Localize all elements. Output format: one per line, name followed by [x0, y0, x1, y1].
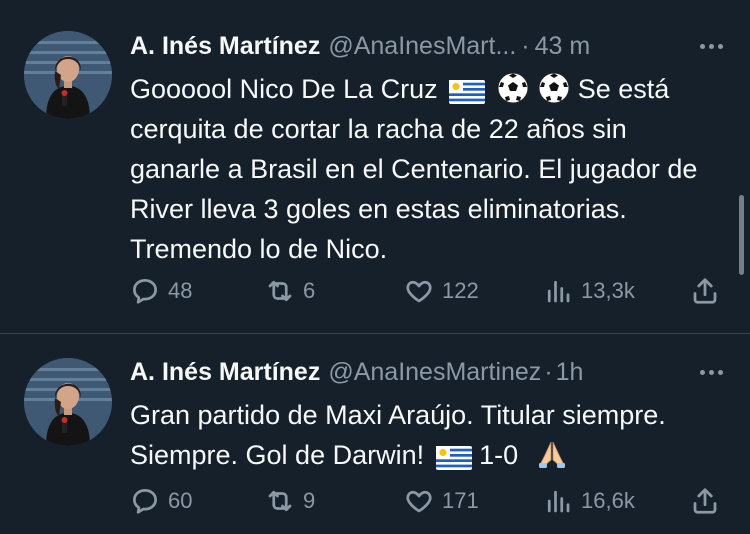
like-button[interactable]: 122 [404, 274, 479, 308]
views-count: 13,3k [581, 278, 635, 303]
author-handle[interactable]: @AnaInesMartinez [328, 358, 541, 387]
more-button[interactable] [696, 357, 726, 387]
share-button[interactable] [690, 484, 728, 518]
share-icon [693, 278, 717, 304]
scrollbar[interactable] [739, 195, 744, 275]
more-icon [699, 43, 705, 49]
reply-button[interactable]: 60 [130, 484, 192, 518]
tweet-header: A. Inés Martínez @AnaInesMart... · 43 m [130, 30, 590, 62]
folded-hands-icon [536, 438, 568, 470]
retweet-button[interactable]: 9 [265, 484, 315, 518]
author-name[interactable]: A. Inés Martínez [130, 32, 320, 61]
share-button[interactable] [690, 274, 728, 308]
uruguay-flag-icon [436, 446, 472, 470]
reply-icon [133, 489, 157, 514]
reply-button[interactable]: 48 [130, 274, 192, 308]
tweet-text-part: Goooool Nico De La Cruz [130, 74, 438, 104]
retweet-icon [268, 490, 292, 512]
tweet[interactable]: A. Inés Martínez @AnaInesMart... · 43 m … [0, 0, 750, 334]
reply-count: 48 [168, 278, 193, 303]
more-button[interactable] [696, 31, 726, 61]
like-count: 122 [442, 278, 479, 303]
avatar[interactable] [24, 358, 112, 446]
separator-dot: · [521, 31, 530, 60]
like-icon [406, 280, 432, 303]
author-name[interactable]: A. Inés Martínez [130, 358, 320, 387]
like-count: 171 [442, 488, 479, 513]
separator-dot: · [544, 357, 553, 386]
views-button[interactable]: 16,6k [543, 484, 635, 518]
like-icon [406, 490, 432, 513]
like-button[interactable]: 171 [404, 484, 479, 518]
tweet-actions: 60 9 171 16,6k [0, 484, 750, 518]
soccer-ball-icon [497, 72, 529, 104]
reply-icon [133, 279, 157, 304]
profile-photo-icon [24, 31, 112, 119]
views-count: 16,6k [581, 488, 635, 513]
more-icon [699, 369, 705, 375]
tweet-actions: 48 6 122 13,3k [0, 274, 750, 308]
reply-count: 60 [168, 488, 193, 513]
tweet-text: Goooool Nico De La Cruz Se está cerquita… [130, 69, 720, 269]
retweet-count: 6 [303, 278, 316, 303]
soccer-ball-icon [538, 72, 570, 104]
tweet-text-part: 1-0 [479, 440, 519, 470]
tweet-text-part: Gran partido de Maxi Araújo. Titular sie… [130, 400, 666, 470]
profile-photo-icon [24, 358, 112, 446]
timestamp[interactable]: 43 m [535, 32, 591, 61]
avatar[interactable] [24, 31, 112, 119]
timestamp[interactable]: 1h [556, 358, 584, 387]
views-icon [547, 280, 570, 303]
views-icon [547, 490, 570, 513]
tweet-text: Gran partido de Maxi Araújo. Titular sie… [130, 395, 720, 475]
tweet-header: A. Inés Martínez @AnaInesMartinez · 1h [130, 356, 583, 388]
retweet-button[interactable]: 6 [265, 274, 315, 308]
retweet-count: 9 [303, 488, 316, 513]
uruguay-flag-icon [449, 80, 485, 104]
author-handle[interactable]: @AnaInesMart... [328, 32, 516, 61]
views-button[interactable]: 13,3k [543, 274, 635, 308]
share-icon [693, 488, 717, 514]
retweet-icon [268, 280, 292, 302]
